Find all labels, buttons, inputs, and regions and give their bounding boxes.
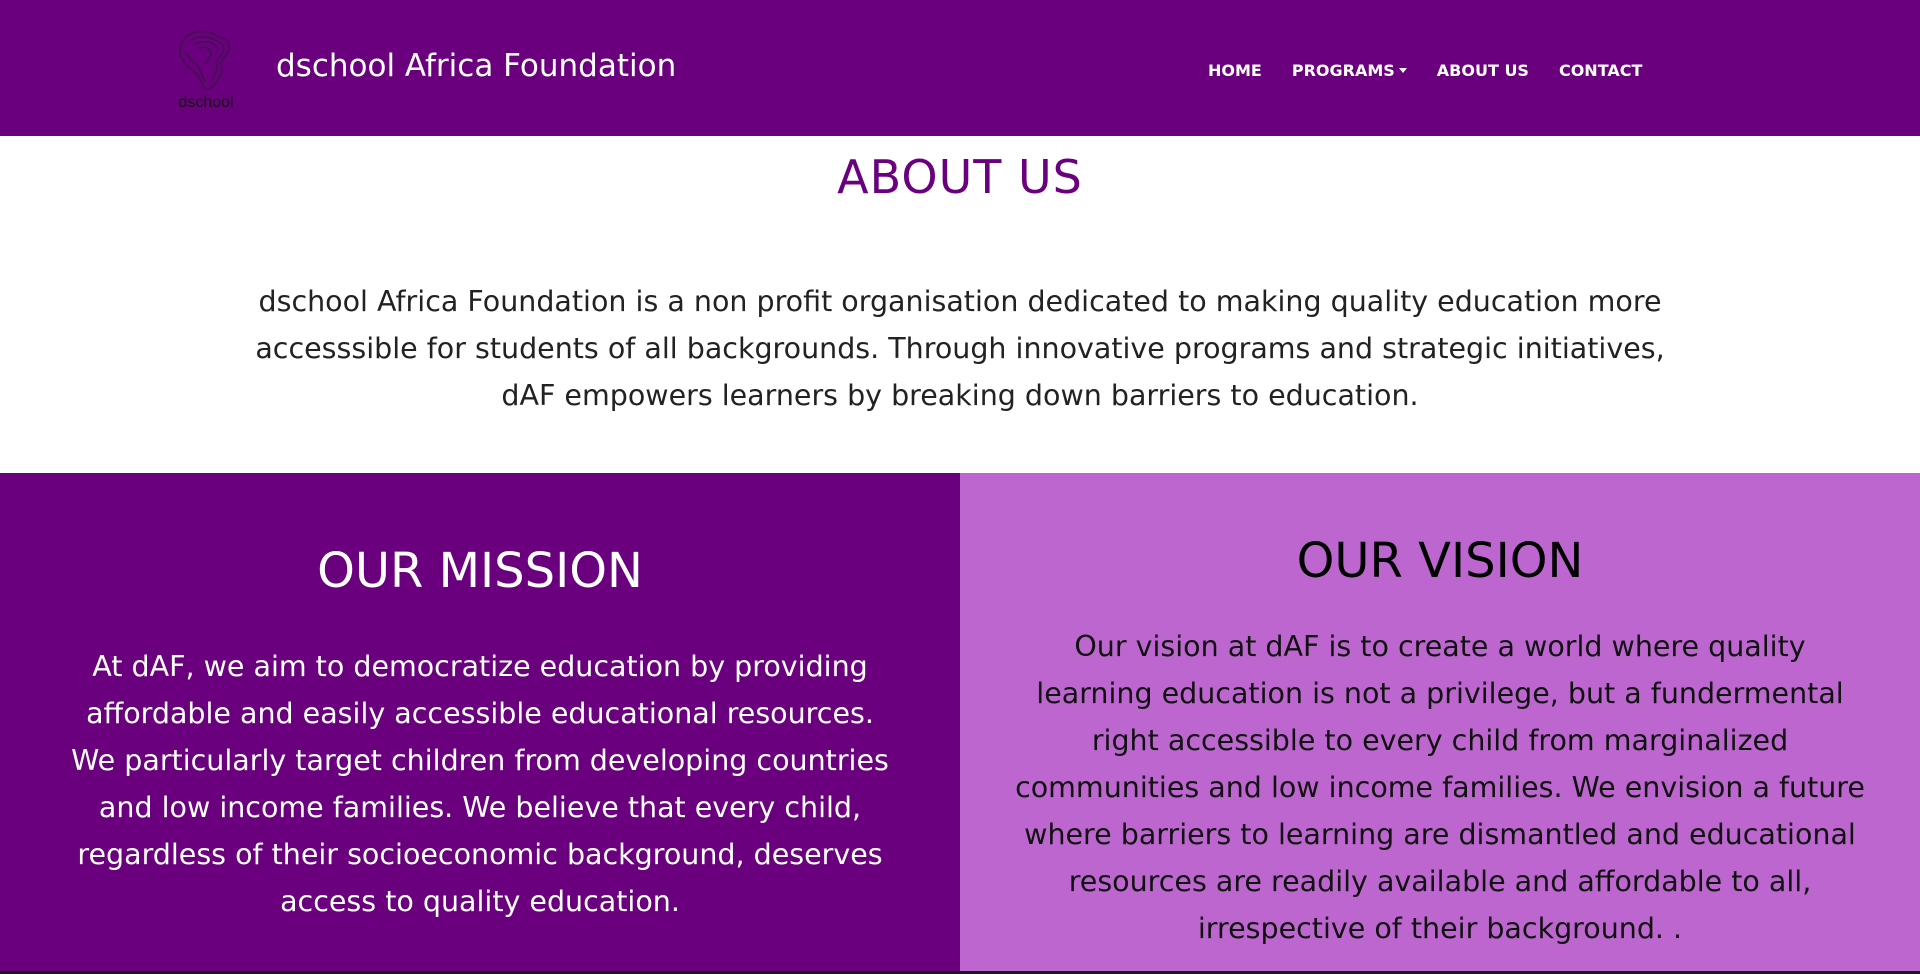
- nav-home[interactable]: HOME: [1208, 61, 1262, 80]
- about-title: ABOUT US: [837, 150, 1083, 204]
- mission-text: At dAF, we aim to democratize education …: [71, 650, 889, 918]
- mission-panel: OUR MISSION At dAF, we aim to democratiz…: [0, 473, 960, 971]
- vision-title: OUR VISION: [1296, 533, 1584, 589]
- main-nav: HOME PROGRAMS ABOUT US CONTACT: [1208, 57, 1672, 83]
- nav-programs-dropdown[interactable]: PROGRAMS: [1292, 61, 1407, 80]
- africa-map-icon: [179, 30, 231, 90]
- nav-about[interactable]: ABOUT US: [1437, 61, 1529, 80]
- mission-title: OUR MISSION: [317, 543, 643, 599]
- caret-down-icon: [1398, 67, 1407, 73]
- logo-text: dschool: [178, 94, 234, 111]
- vision-panel: OUR VISION Our vision at dAF is to creat…: [960, 473, 1920, 971]
- navbar: dschool dschool Africa Foundation HOME P…: [0, 0, 1920, 136]
- brand-title[interactable]: dschool Africa Foundation: [276, 48, 676, 84]
- brand-logo[interactable]: dschool: [165, 28, 245, 128]
- vision-text: Our vision at dAF is to create a world w…: [1015, 630, 1865, 945]
- about-text: dschool Africa Foundation is a non profi…: [255, 285, 1665, 412]
- nav-programs-label: PROGRAMS: [1291, 60, 1395, 80]
- nav-contact[interactable]: CONTACT: [1559, 61, 1642, 80]
